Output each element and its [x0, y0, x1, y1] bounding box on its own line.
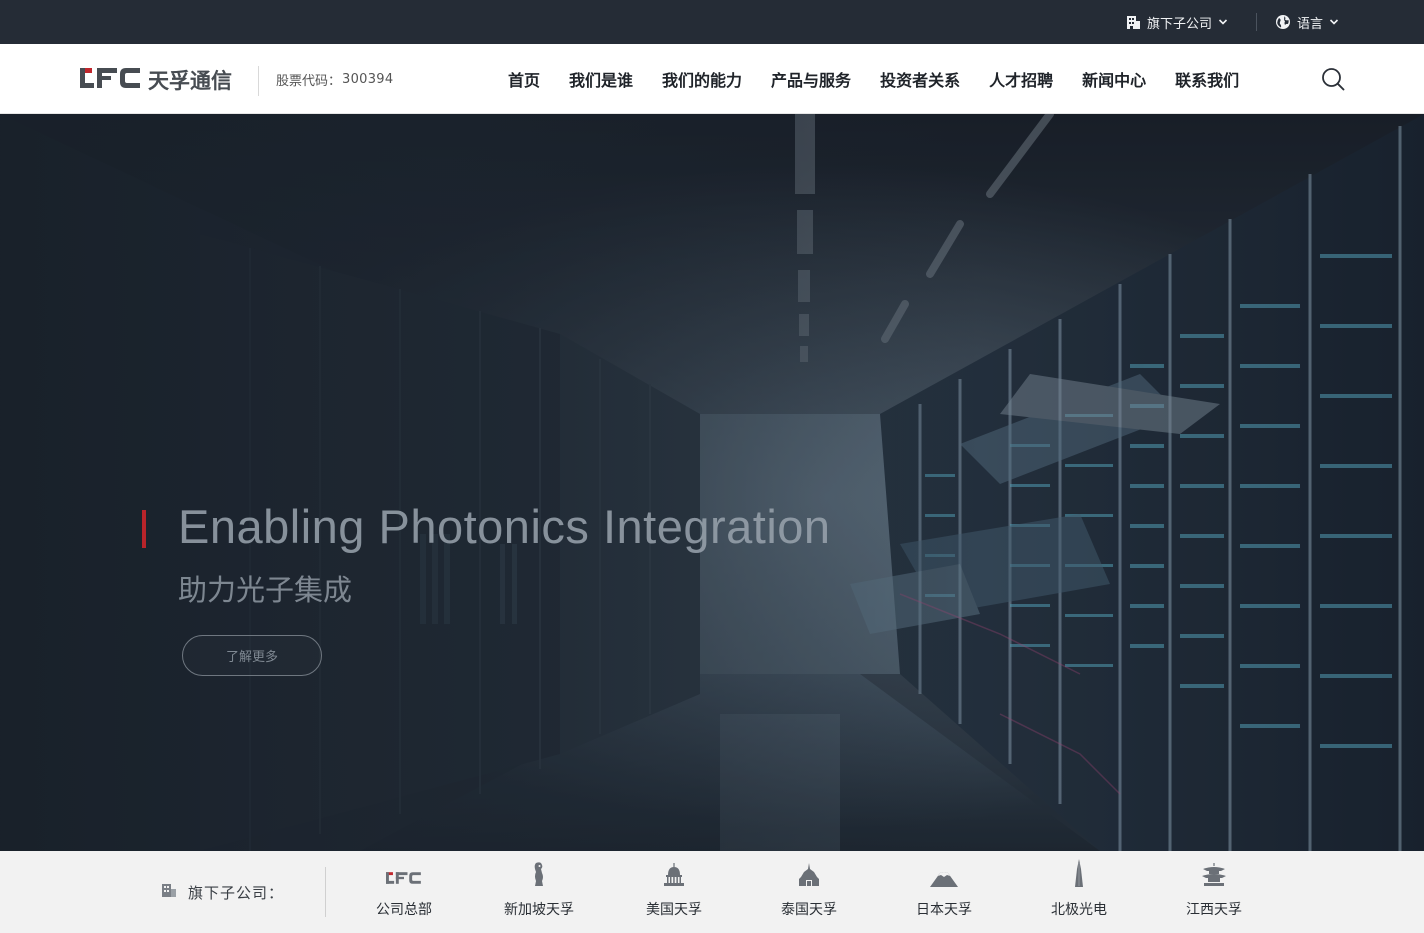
- subsidiary-name: 江西天孚: [1186, 902, 1242, 918]
- stock-label: 股票代码：: [276, 73, 342, 89]
- hero-background-image: [0, 114, 1424, 851]
- subsidiary-singapore[interactable]: 新加坡天孚: [479, 861, 599, 923]
- nav-contact[interactable]: 联系我们: [1175, 67, 1239, 91]
- language-label: 语言: [1297, 16, 1324, 32]
- pavilion-icon: [1201, 863, 1227, 891]
- hero-title: Enabling Photonics Integration: [178, 500, 831, 553]
- stock-code: 300394: [342, 71, 394, 87]
- subsidiary-jiangxi[interactable]: 江西天孚: [1154, 863, 1274, 923]
- capitol-icon: [663, 863, 685, 891]
- subsidiary-usa[interactable]: 美国天孚: [614, 863, 734, 923]
- hero-subtitle: 助力光子集成: [178, 573, 353, 607]
- nav-home[interactable]: 首页: [508, 67, 540, 91]
- tfc-logo-mark: [80, 64, 142, 96]
- hero-banner: Enabling Photonics Integration 助力光子集成 了解…: [0, 114, 1424, 851]
- mount-fuji-icon: [930, 869, 958, 891]
- subsidiary-thailand[interactable]: 泰国天孚: [749, 863, 869, 923]
- nav-products[interactable]: 产品与服务: [771, 67, 851, 91]
- building-icon: [1126, 15, 1141, 30]
- nav-capabilities[interactable]: 我们的能力: [662, 67, 742, 91]
- site-header: 天孚通信 股票代码： 300394 首页 我们是谁 我们的能力 产品与服务 投资…: [0, 44, 1424, 114]
- subsidiary-name: 北极光电: [1051, 902, 1107, 918]
- nav-careers[interactable]: 人才招聘: [989, 67, 1053, 91]
- subsidiary-beiji[interactable]: 北极光电: [1019, 859, 1139, 923]
- tfc-logo-icon: [386, 869, 422, 891]
- search-button[interactable]: [1320, 66, 1346, 92]
- chevron-down-icon: [1329, 17, 1339, 27]
- topbar-divider: [1256, 13, 1257, 31]
- search-icon: [1320, 68, 1346, 96]
- site-logo[interactable]: 天孚通信: [80, 64, 232, 96]
- merlion-icon: [531, 861, 547, 891]
- subsidiary-name: 新加坡天孚: [504, 902, 574, 918]
- building-icon: [161, 882, 177, 902]
- logo-text: 天孚通信: [148, 69, 232, 93]
- globe-icon: [1275, 14, 1291, 30]
- spire-icon: [1072, 859, 1086, 891]
- subsidiary-name: 美国天孚: [646, 902, 702, 918]
- thai-temple-icon: [797, 863, 821, 891]
- subsidiaries-strip: 旗下子公司： 公司总部 新加坡天孚 美国天孚 泰国天孚 日本天孚 北极光电 江西…: [0, 851, 1424, 933]
- subsidiaries-heading: 旗下子公司：: [161, 851, 284, 933]
- top-bar: 旗下子公司 语言: [0, 0, 1424, 44]
- stock-info: 股票代码： 300394: [276, 44, 393, 114]
- nav-about[interactable]: 我们是谁: [569, 67, 633, 91]
- chevron-down-icon: [1218, 17, 1228, 27]
- subsidiaries-heading-label: 旗下子公司：: [188, 883, 285, 902]
- subsidiary-hq[interactable]: 公司总部: [344, 863, 464, 923]
- header-divider: [258, 66, 259, 96]
- learn-more-button[interactable]: 了解更多: [182, 635, 322, 676]
- language-dropdown[interactable]: 语言: [1275, 0, 1339, 44]
- subsidiary-name: 泰国天孚: [781, 902, 837, 918]
- subsidiaries-label: 旗下子公司: [1147, 16, 1213, 32]
- subsidiaries-divider: [325, 867, 326, 917]
- subsidiary-name: 公司总部: [376, 902, 432, 918]
- hero-accent-bar: [142, 510, 146, 548]
- subsidiary-japan[interactable]: 日本天孚: [884, 863, 1004, 923]
- subsidiary-name: 日本天孚: [916, 902, 972, 918]
- main-nav: 首页 我们是谁 我们的能力 产品与服务 投资者关系 人才招聘 新闻中心 联系我们: [508, 44, 1239, 114]
- nav-news[interactable]: 新闻中心: [1082, 67, 1146, 91]
- subsidiaries-dropdown[interactable]: 旗下子公司: [1126, 0, 1228, 44]
- nav-investors[interactable]: 投资者关系: [880, 67, 960, 91]
